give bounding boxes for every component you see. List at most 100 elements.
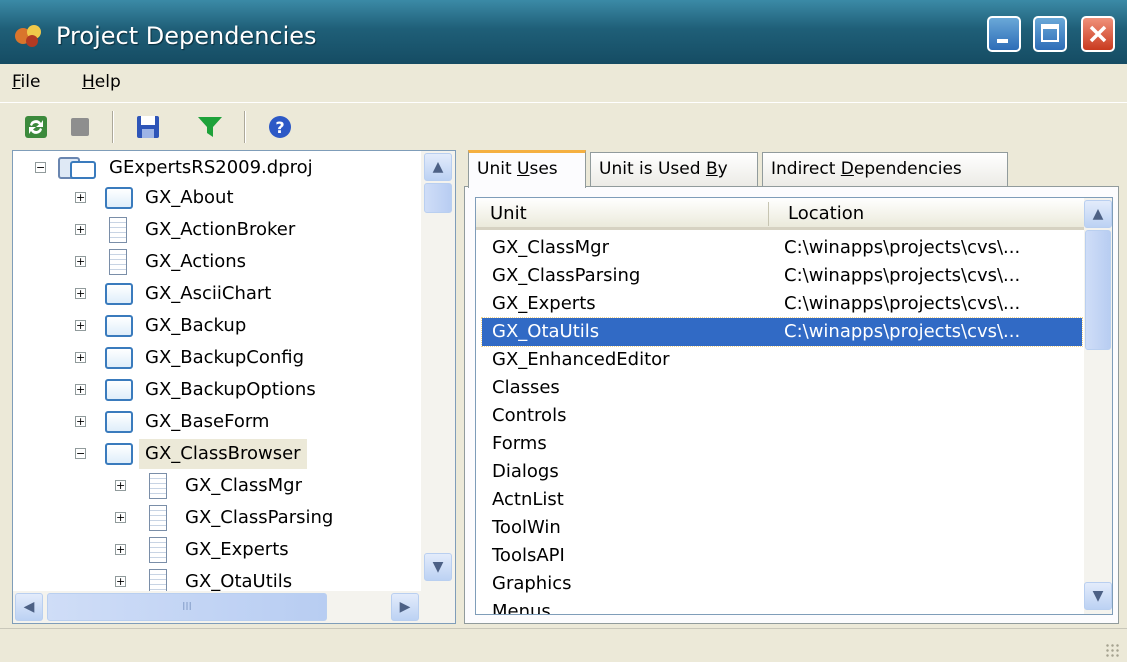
resize-grip-icon[interactable] <box>1105 643 1121 659</box>
tree-item-label: GX_BackupConfig <box>145 347 305 368</box>
list-vertical-scrollbar[interactable]: ▲ ▼ <box>1084 198 1112 614</box>
unit-file-icon <box>149 505 167 531</box>
list-row[interactable]: ActnList <box>482 486 1082 514</box>
unit-file-icon <box>149 537 167 563</box>
tree-vscroll-thumb[interactable] <box>424 183 452 213</box>
filter-icon[interactable] <box>196 113 224 141</box>
tree-vertical-scrollbar[interactable]: ▲ ▼ <box>421 151 455 591</box>
expand-icon[interactable]: + <box>115 512 126 523</box>
tree-hscroll-thumb[interactable]: III <box>47 593 327 621</box>
scroll-up-icon[interactable]: ▲ <box>424 153 452 181</box>
scroll-right-icon[interactable]: ▶ <box>391 593 419 621</box>
list-row[interactable]: Classes <box>482 374 1082 402</box>
unit-file-icon <box>109 249 127 275</box>
tab-label-prefix: Unit is Used <box>599 159 706 179</box>
expand-icon[interactable]: + <box>115 480 126 491</box>
refresh-icon[interactable] <box>22 113 50 141</box>
scroll-left-icon[interactable]: ◀ <box>15 593 43 621</box>
tree-item-label: GX_AsciiChart <box>145 283 272 304</box>
dependency-details: Unit Uses Unit is Used By Indirect Depende… <box>464 150 1127 624</box>
form-unit-icon <box>105 283 133 305</box>
list-row[interactable]: GX_Experts C:\winapps\projects\cvs\... <box>482 290 1082 318</box>
collapse-icon[interactable]: − <box>75 448 86 459</box>
column-divider[interactable] <box>768 202 769 226</box>
tab-indirect-dependencies[interactable]: Indirect Dependencies <box>762 152 1008 186</box>
expand-icon[interactable]: + <box>75 192 86 203</box>
list-row[interactable]: GX_ClassParsing C:\winapps\projects\cvs\.… <box>482 262 1082 290</box>
tree-item[interactable]: + GX_BackupConfig <box>13 343 421 373</box>
unit-cell: Controls <box>492 405 567 426</box>
tree-horizontal-scrollbar[interactable]: ◀ III ▶ <box>13 591 455 623</box>
tree-item[interactable]: + GX_AsciiChart <box>13 279 421 309</box>
tree-item[interactable]: + GX_About <box>13 183 421 213</box>
unit-list[interactable]: Unit Location GX_ClassMgr C:\winapps\proj… <box>475 197 1113 615</box>
column-unit[interactable]: Unit <box>476 198 527 230</box>
tree-item[interactable]: + GX_Backup <box>13 311 421 341</box>
tree-item[interactable]: + GX_ActionBroker <box>13 215 421 245</box>
tree-item[interactable]: − GX_ClassBrowser <box>13 439 421 469</box>
dependency-tree[interactable]: − GExpertsRS2009.dproj + GX_About + GX_Acti… <box>12 150 456 624</box>
menu-help[interactable]: Help <box>82 72 121 92</box>
svg-text:?: ? <box>275 118 284 137</box>
menu-file[interactable]: File <box>12 72 40 92</box>
list-header: Unit Location <box>476 198 1086 230</box>
list-row[interactable]: GX_ClassMgr C:\winapps\projects\cvs\... <box>482 234 1082 262</box>
close-button[interactable] <box>1081 16 1115 52</box>
list-row[interactable]: GX_EnhancedEditor <box>482 346 1082 374</box>
tree-item-label: GX_ActionBroker <box>145 219 296 240</box>
expand-icon[interactable]: + <box>75 256 86 267</box>
tree-child-item[interactable]: + GX_ClassParsing <box>13 503 421 533</box>
unit-cell: Graphics <box>492 573 572 594</box>
tab-unit-uses[interactable]: Unit Uses <box>468 150 586 188</box>
tree-item[interactable]: + GX_BackupOptions <box>13 375 421 405</box>
project-app-icon <box>15 25 41 47</box>
tree-child-item[interactable]: + GX_ClassMgr <box>13 471 421 501</box>
window-title: Project Dependencies <box>56 22 317 50</box>
maximize-button[interactable] <box>1033 16 1067 52</box>
unit-cell: GX_Experts <box>492 293 596 314</box>
expand-icon[interactable]: + <box>75 416 86 427</box>
project-icon <box>58 157 96 179</box>
tree-item-label: GX_BaseForm <box>145 411 270 432</box>
minimize-button[interactable] <box>987 16 1021 52</box>
tree-child-item[interactable]: + GX_Experts <box>13 535 421 565</box>
tree-item[interactable]: + GX_Actions <box>13 247 421 277</box>
tab-label-prefix: Indirect <box>771 159 841 179</box>
list-row[interactable]: ToolWin <box>482 514 1082 542</box>
unit-file-icon <box>149 473 167 499</box>
expand-icon[interactable]: + <box>75 352 86 363</box>
tab-unit-is-used-by[interactable]: Unit is Used By <box>590 152 758 186</box>
list-vscroll-thumb[interactable] <box>1085 230 1111 350</box>
expand-icon[interactable]: + <box>115 544 126 555</box>
tree-root[interactable]: − GExpertsRS2009.dproj <box>13 153 421 183</box>
save-icon[interactable] <box>134 113 162 141</box>
list-scroll-down-icon[interactable]: ▼ <box>1084 582 1112 610</box>
menu-help-accelerator: H <box>82 72 95 92</box>
title-bar[interactable]: Project Dependencies <box>0 0 1127 64</box>
list-row[interactable]: Forms <box>482 430 1082 458</box>
expand-icon[interactable]: + <box>75 320 86 331</box>
tree-root-label: GExpertsRS2009.dproj <box>109 157 313 178</box>
expand-icon[interactable]: + <box>75 224 86 235</box>
list-row[interactable]: ToolsAPI <box>482 542 1082 570</box>
list-row[interactable]: GX_OtaUtils C:\winapps\projects\cvs\... <box>481 317 1083 347</box>
list-row[interactable]: Graphics <box>482 570 1082 598</box>
column-location[interactable]: Location <box>774 198 864 230</box>
expand-icon[interactable]: + <box>75 384 86 395</box>
tab-label-accelerator: D <box>840 159 854 179</box>
list-row[interactable]: Dialogs <box>482 458 1082 486</box>
expand-icon[interactable]: + <box>115 576 126 587</box>
form-unit-icon <box>105 379 133 401</box>
tree-item[interactable]: + GX_BaseForm <box>13 407 421 437</box>
expand-icon[interactable]: + <box>75 288 86 299</box>
stop-icon[interactable] <box>66 113 94 141</box>
list-scroll-up-icon[interactable]: ▲ <box>1084 200 1112 228</box>
tree-item-label: GX_Actions <box>145 251 247 272</box>
collapse-root-icon[interactable]: − <box>35 162 46 173</box>
list-row[interactable]: Controls <box>482 402 1082 430</box>
unit-file-icon <box>109 217 127 243</box>
list-row[interactable]: Menus <box>482 598 1082 614</box>
help-icon[interactable]: ? <box>266 113 294 141</box>
scroll-down-icon[interactable]: ▼ <box>424 553 452 581</box>
unit-cell: Classes <box>492 377 560 398</box>
